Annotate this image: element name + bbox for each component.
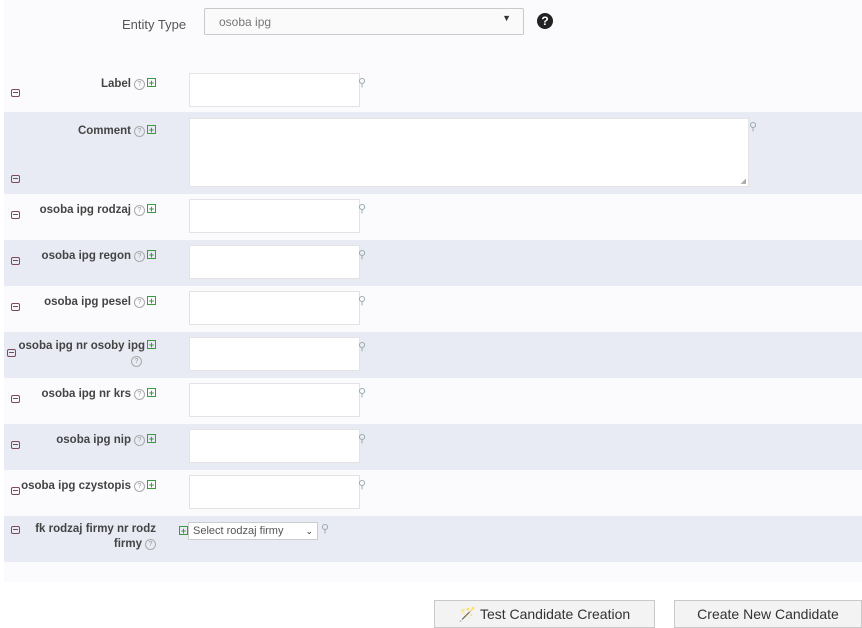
wand-icon: 🪄	[458, 606, 477, 622]
resize-grip-icon[interactable]: ◢	[741, 177, 746, 185]
gender-language-icon[interactable]: ⚲	[358, 478, 366, 491]
field-label: osoba ipg rodzaj? +	[39, 204, 156, 216]
field-row-nr-krs: osoba ipg nr krs? + ⚲	[4, 378, 862, 424]
field-label: Label? +	[100, 78, 156, 90]
help-icon[interactable]: ?	[134, 435, 145, 446]
field-row-label: Label? + ⚲	[4, 66, 862, 112]
collapse-icon[interactable]	[11, 487, 20, 495]
add-icon[interactable]: +	[147, 340, 156, 350]
test-candidate-creation-button[interactable]: 🪄 Test Candidate Creation	[434, 600, 655, 628]
create-new-candidate-button[interactable]: Create New Candidate	[674, 600, 862, 628]
field-row-pesel: osoba ipg pesel? + ⚲	[4, 286, 862, 332]
rodzaj-input[interactable]	[189, 199, 360, 233]
field-label: osoba ipg regon? +	[41, 250, 156, 262]
help-icon[interactable]: ?	[134, 251, 145, 262]
collapse-icon[interactable]	[11, 211, 20, 219]
nr-osoby-input[interactable]	[189, 337, 360, 371]
field-label: osoba ipg nip? +	[56, 434, 156, 446]
caret-down-icon: ▼	[502, 13, 511, 23]
entity-type-label: Entity Type	[122, 17, 187, 32]
field-row-nip: osoba ipg nip? + ⚲	[4, 424, 862, 470]
collapse-icon[interactable]	[11, 441, 20, 449]
help-icon[interactable]: ?	[537, 13, 553, 29]
czystopis-input[interactable]	[189, 475, 360, 509]
collapse-icon[interactable]	[11, 89, 20, 97]
collapse-icon[interactable]	[11, 175, 20, 183]
collapse-icon[interactable]	[11, 395, 20, 403]
add-icon[interactable]: +	[147, 204, 156, 214]
add-icon[interactable]: +	[147, 250, 156, 260]
entity-type-row: Entity Type osoba ipg ▼ ?	[4, 0, 862, 56]
nr-krs-input[interactable]	[189, 383, 360, 417]
field-row-comment: Comment? + ◢ ⚲	[4, 112, 862, 194]
collapse-icon[interactable]	[11, 303, 20, 311]
help-icon[interactable]: ?	[134, 389, 145, 400]
gender-language-icon[interactable]: ⚲	[321, 522, 329, 535]
gender-language-icon[interactable]: ⚲	[749, 120, 757, 133]
field-row-fk-rodzaj-firmy: fk rodzaj firmy nr rodz firmy? + Select r…	[4, 516, 862, 562]
regon-input[interactable]	[189, 245, 360, 279]
entity-type-select[interactable]: osoba ipg ▼	[204, 8, 524, 35]
pesel-input[interactable]	[189, 291, 360, 325]
field-row-regon: osoba ipg regon? + ⚲	[4, 240, 862, 286]
gender-language-icon[interactable]: ⚲	[358, 294, 366, 307]
entity-type-value: osoba ipg	[219, 15, 272, 29]
collapse-icon[interactable]	[11, 257, 20, 265]
nip-input[interactable]	[189, 429, 360, 463]
help-icon[interactable]: ?	[134, 297, 145, 308]
field-label: fk rodzaj firmy nr rodz firmy?	[35, 523, 156, 550]
add-icon[interactable]: +	[147, 480, 156, 490]
add-icon[interactable]: +	[147, 434, 156, 444]
help-icon[interactable]: ?	[134, 126, 145, 137]
collapse-icon[interactable]	[7, 349, 16, 357]
field-label: osoba ipg pesel? +	[44, 296, 156, 308]
help-icon[interactable]: ?	[134, 79, 145, 90]
help-icon[interactable]: ?	[145, 539, 156, 550]
field-row-nr-osoby: osoba ipg nr osoby ipg +? ⚲	[4, 332, 862, 378]
add-icon[interactable]: +	[147, 388, 156, 398]
help-icon[interactable]: ?	[131, 356, 142, 367]
help-icon[interactable]: ?	[134, 205, 145, 216]
field-label: Comment? +	[77, 125, 156, 137]
collapse-icon[interactable]	[11, 526, 20, 534]
label-input[interactable]	[189, 73, 360, 107]
gender-language-icon[interactable]: ⚲	[358, 202, 366, 215]
field-row-czystopis: osoba ipg czystopis? + ⚲	[4, 470, 862, 516]
comment-textarea[interactable]: ◢	[189, 118, 749, 187]
help-icon[interactable]: ?	[134, 481, 145, 492]
add-icon[interactable]: +	[147, 125, 156, 135]
field-row-rodzaj: osoba ipg rodzaj? + ⚲	[4, 194, 862, 240]
add-icon[interactable]: +	[179, 526, 188, 536]
gender-language-icon[interactable]: ⚲	[358, 432, 366, 445]
gender-language-icon[interactable]: ⚲	[358, 248, 366, 261]
rodzaj-firmy-select[interactable]: Select rodzaj firmy ⌄	[188, 522, 318, 540]
add-icon[interactable]: +	[147, 78, 156, 88]
chevron-down-icon: ⌄	[305, 526, 313, 536]
gender-language-icon[interactable]: ⚲	[358, 340, 366, 353]
gender-language-icon[interactable]: ⚲	[358, 76, 366, 89]
field-label: osoba ipg nr krs? +	[41, 388, 156, 400]
field-label: osoba ipg czystopis? +	[21, 480, 156, 492]
field-label: osoba ipg nr osoby ipg +?	[18, 340, 156, 367]
add-icon[interactable]: +	[147, 296, 156, 306]
gender-language-icon[interactable]: ⚲	[358, 386, 366, 399]
